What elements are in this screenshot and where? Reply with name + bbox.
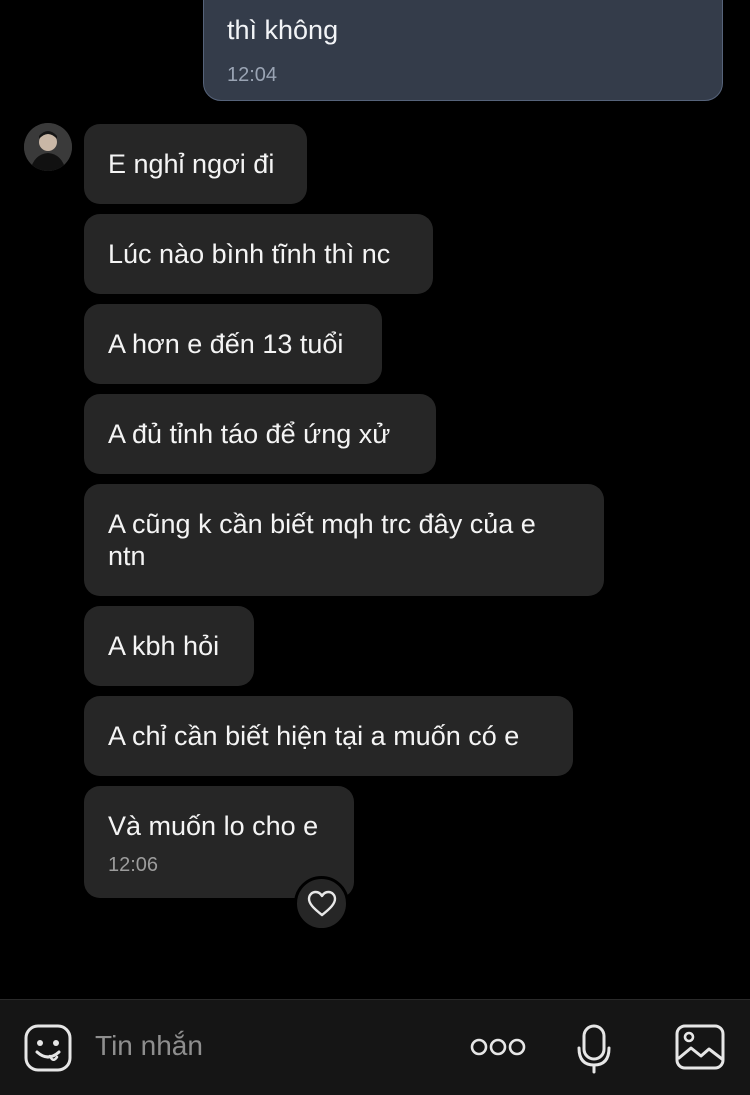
message-text: A chỉ cần biết hiện tại a muốn có e xyxy=(108,721,520,751)
message-text: A đủ tỉnh táo để ứng xử xyxy=(108,419,391,449)
avatar-photo xyxy=(24,123,72,171)
heart-reaction-button[interactable] xyxy=(294,876,349,931)
heart-icon xyxy=(307,890,336,916)
message-text: Và muốn lo cho e xyxy=(108,811,319,841)
sticker-button[interactable] xyxy=(23,1023,73,1073)
microphone-button[interactable] xyxy=(576,1024,612,1074)
incoming-message[interactable]: E nghỉ ngơi đi xyxy=(84,124,307,204)
image-icon xyxy=(675,1024,725,1070)
outgoing-message[interactable]: thì không 12:04 xyxy=(203,0,723,101)
more-button[interactable] xyxy=(470,1036,526,1058)
more-icon xyxy=(470,1038,526,1056)
incoming-message[interactable]: A hơn e đến 13 tuổi xyxy=(84,304,382,384)
message-composer xyxy=(0,999,750,1095)
message-input[interactable] xyxy=(95,1030,455,1062)
message-text: E nghỉ ngơi đi xyxy=(108,149,275,179)
message-text: thì không xyxy=(227,15,339,45)
message-text: A hơn e đến 13 tuổi xyxy=(108,329,344,359)
incoming-message[interactable]: A cũng k cần biết mqh trc đây của e ntn xyxy=(84,484,604,596)
avatar[interactable] xyxy=(24,123,72,171)
image-button[interactable] xyxy=(675,1024,725,1070)
message-text: A kbh hỏi xyxy=(108,631,220,661)
incoming-message[interactable]: Lúc nào bình tĩnh thì nc xyxy=(84,214,433,294)
incoming-message[interactable]: A kbh hỏi xyxy=(84,606,254,686)
message-time: 12:06 xyxy=(108,854,159,876)
incoming-message[interactable]: A đủ tỉnh táo để ứng xử xyxy=(84,394,436,474)
incoming-message[interactable]: A chỉ cần biết hiện tại a muốn có e xyxy=(84,696,573,776)
message-text: Lúc nào bình tĩnh thì nc xyxy=(108,239,391,269)
microphone-icon xyxy=(577,1024,611,1074)
message-text: A cũng k cần biết mqh trc đây của e ntn xyxy=(108,509,536,571)
message-time: 12:04 xyxy=(227,64,278,86)
chat-screen: thì không 12:04 E nghỉ ngơi đi Lúc nào b… xyxy=(0,0,750,1095)
sticker-icon xyxy=(24,1024,72,1072)
